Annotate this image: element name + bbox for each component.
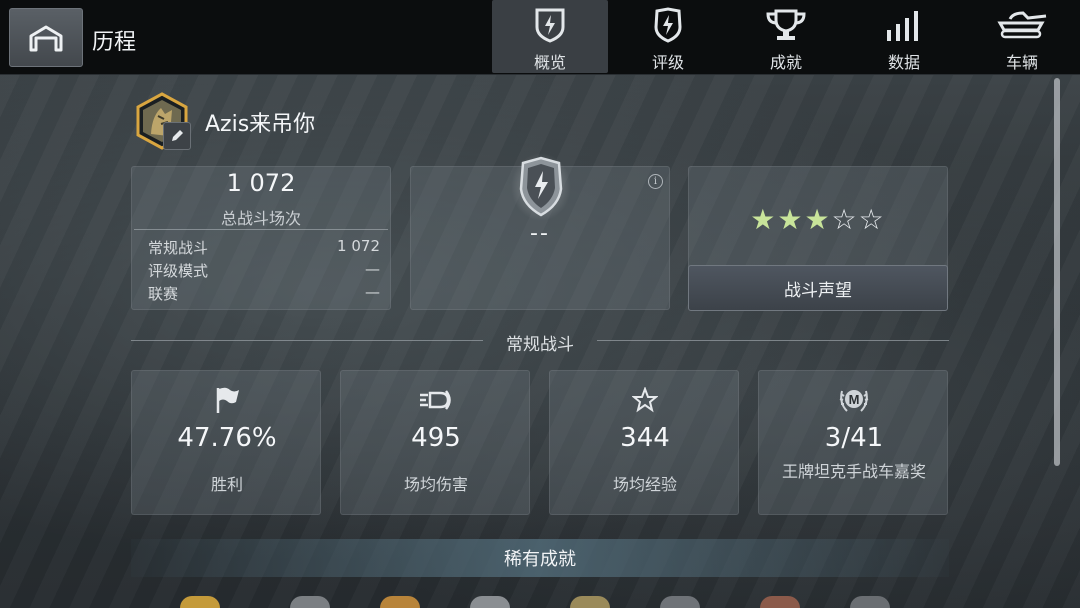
pencil-icon — [172, 130, 183, 141]
rare-achievements-header: 稀有成就 — [131, 539, 949, 577]
stat-value: 47.76% — [177, 423, 277, 453]
trophy-icon — [764, 7, 808, 43]
stat-label: 王牌坦克手战车嘉奖 — [781, 462, 926, 481]
star-filled-icon: ★ — [777, 203, 805, 236]
achievement-icon[interactable] — [660, 596, 700, 608]
damage-shell-icon — [341, 385, 531, 415]
star-outline-icon — [550, 385, 740, 415]
battle-mode-name: 评级模式 — [148, 262, 209, 280]
achievement-icon[interactable] — [180, 596, 220, 608]
rank-panel[interactable]: -- i — [410, 153, 670, 310]
hangar-icon — [29, 25, 63, 51]
tab-label: 车辆 — [1005, 53, 1038, 72]
info-icon[interactable]: i — [648, 174, 663, 189]
star-filled-icon: ★ — [804, 203, 832, 236]
tab-label: 成就 — [769, 53, 802, 72]
mastery-badge-icon: M — [759, 385, 949, 415]
rank-emblem-icon — [511, 153, 571, 221]
shield-bolt-icon — [534, 7, 566, 43]
tab-bar: 概览 评级 成就 数据 车辆 — [492, 0, 1080, 75]
rating-shield-icon — [653, 7, 683, 43]
tab-achievements[interactable]: 成就 — [728, 0, 844, 73]
home-button[interactable] — [9, 8, 83, 67]
battle-mode-row: 常规战斗 1 072 — [148, 237, 380, 259]
divider — [134, 229, 388, 230]
stat-card-avg-xp: 344 场均经验 — [549, 370, 739, 515]
tab-overview[interactable]: 概览 — [492, 0, 608, 73]
scrollbar[interactable] — [1054, 78, 1060, 466]
battle-mode-row: 评级模式 — — [148, 260, 380, 282]
total-battles-label: 总战斗场次 — [220, 209, 301, 228]
battle-mode-name: 联赛 — [148, 285, 179, 303]
tab-statistics[interactable]: 数据 — [846, 0, 962, 73]
stat-value: 495 — [411, 423, 461, 453]
battle-mode-row: 联赛 — — [148, 283, 380, 305]
achievement-icon[interactable] — [850, 596, 890, 608]
reputation-stars: ★★★☆☆ — [689, 203, 947, 236]
flag-icon — [132, 385, 322, 415]
tab-vehicles[interactable]: 车辆 — [964, 0, 1080, 73]
stat-card-avg-damage: 495 场均伤害 — [340, 370, 530, 515]
tab-label: 评级 — [651, 53, 684, 72]
achievement-strip[interactable] — [180, 596, 900, 608]
stat-label: 场均伤害 — [403, 475, 468, 494]
achievement-icon[interactable] — [760, 596, 800, 608]
achievement-icon[interactable] — [470, 596, 510, 608]
battles-panel: 1 072 总战斗场次 常规战斗 1 072 评级模式 — 联赛 — — [131, 166, 391, 310]
page-title: 历程 — [92, 30, 137, 55]
top-bar: 历程 概览 评级 成就 数据 车辆 — [0, 0, 1080, 75]
battle-mode-value: — — [365, 283, 380, 301]
star-empty-icon: ☆ — [831, 203, 859, 236]
battle-mode-name: 常规战斗 — [148, 239, 209, 257]
stat-card-winrate: 47.76% 胜利 — [131, 370, 321, 515]
stat-label: 胜利 — [210, 475, 243, 494]
tank-icon — [996, 7, 1048, 43]
tab-label: 概览 — [533, 53, 566, 72]
stat-value: 344 — [620, 423, 670, 453]
total-battles-value: 1 072 — [226, 169, 296, 197]
battle-mode-value: 1 072 — [337, 237, 380, 255]
rank-value: -- — [530, 221, 550, 246]
tab-rating[interactable]: 评级 — [610, 0, 726, 73]
battle-reputation-button[interactable]: 战斗声望 — [688, 265, 948, 311]
achievement-icon[interactable] — [380, 596, 420, 608]
battle-mode-value: — — [365, 260, 380, 278]
star-filled-icon: ★ — [750, 203, 778, 236]
star-empty-icon: ☆ — [858, 203, 886, 236]
stat-value: 3/41 — [824, 423, 884, 453]
stat-card-mastery: M 3/41 王牌坦克手战车嘉奖 — [758, 370, 948, 515]
tab-label: 数据 — [887, 53, 920, 72]
player-name: Azis来吊你 — [205, 112, 316, 137]
section-divider-left — [131, 340, 483, 341]
stat-label: 场均经验 — [612, 475, 677, 494]
rare-achievements-title: 稀有成就 — [504, 549, 576, 570]
achievement-icon[interactable] — [570, 596, 610, 608]
section-title: 常规战斗 — [506, 335, 574, 355]
section-divider-right — [597, 340, 949, 341]
edit-avatar-button[interactable] — [163, 122, 191, 150]
reputation-panel: ★★★☆☆ 战斗声望 — [688, 166, 948, 311]
achievement-icon[interactable] — [290, 596, 330, 608]
svg-text:M: M — [849, 392, 860, 407]
bar-chart-icon — [884, 7, 924, 43]
